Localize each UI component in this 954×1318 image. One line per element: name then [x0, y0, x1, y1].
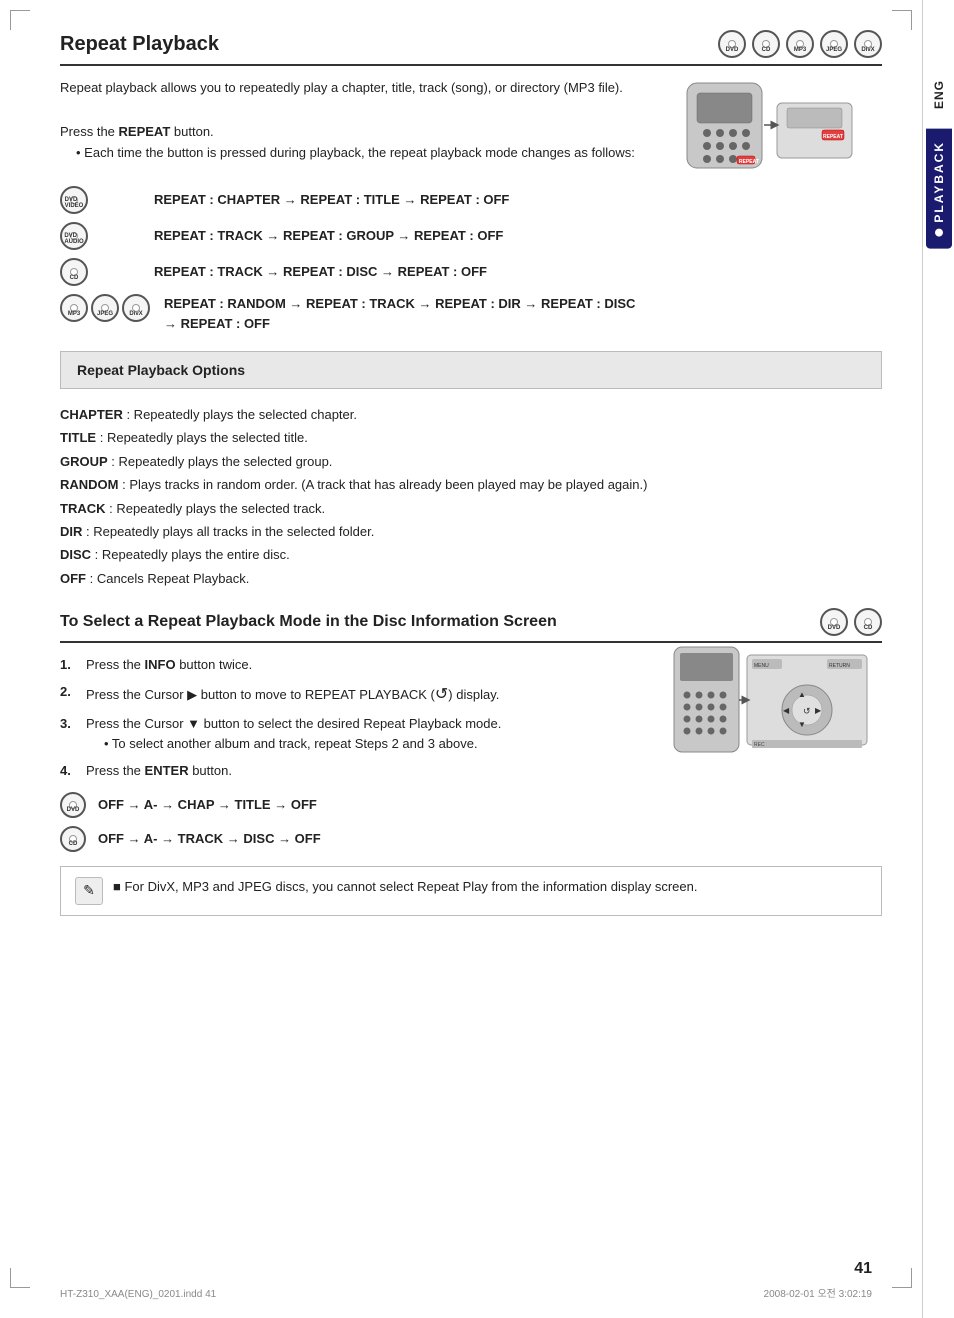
jpeg-icon: JPEG: [820, 30, 848, 58]
options-list: CHAPTER : Repeatedly plays the selected …: [60, 403, 882, 590]
playback-dot: [935, 229, 943, 237]
dvd-audio-disc-icon: DVDAUDIO: [60, 222, 88, 250]
svg-text:◀: ◀: [783, 706, 790, 715]
step-4-num: 4.: [60, 761, 78, 782]
svg-text:REPEAT: REPEAT: [823, 134, 843, 140]
option-group: GROUP : Repeatedly plays the selected gr…: [60, 450, 882, 473]
section2-cd-icon: CD: [854, 608, 882, 636]
step-4: 4. Press the ENTER button.: [60, 761, 652, 782]
repeat-flow-section: DVDVIDEO REPEAT : CHAPTER → REPEAT : TIT…: [60, 186, 882, 333]
option-chapter: CHAPTER : Repeatedly plays the selected …: [60, 403, 882, 426]
note-bullet: ■: [113, 879, 121, 894]
options-box: Repeat Playback Options: [60, 351, 882, 389]
step-3-body: Press the Cursor ▼ button to select the …: [86, 714, 652, 756]
svg-text:MENU: MENU: [754, 663, 769, 669]
option-dir: DIR : Repeatedly plays all tracks in the…: [60, 520, 882, 543]
divx-icon: DivX: [854, 30, 882, 58]
section2-disc-icons: DVD CD: [820, 608, 882, 636]
step-3: 3. Press the Cursor ▼ button to select t…: [60, 714, 652, 756]
option-random: RANDOM : Plays tracks in random order. (…: [60, 473, 882, 496]
mp3-jpeg-divx-icon-set: MP3 JPEG DivX: [60, 294, 150, 322]
dvd-video-icon-set: DVDVIDEO: [60, 186, 140, 214]
cd-icon-set: CD: [60, 258, 140, 286]
section1-title: Repeat Playback: [60, 33, 219, 56]
flow-section-2: DVD OFF → A- → CHAP → TITLE → OFF CD OFF…: [60, 792, 882, 852]
step-2-num: 2.: [60, 682, 78, 708]
svg-text:▶: ▶: [815, 706, 822, 715]
screen-remote-area: MENU RETURN ↺ ▲ ▼ ◀ ▶ REC: [672, 645, 882, 763]
repeat-row-dvd-video: DVDVIDEO REPEAT : CHAPTER → REPEAT : TIT…: [60, 186, 882, 214]
repeat-row-cd: CD REPEAT : TRACK → REPEAT : DISC → REPE…: [60, 258, 882, 286]
footer-date: 2008-02-01 오전 3:02:19: [764, 1285, 872, 1300]
jpeg-disc-icon: JPEG: [91, 294, 119, 322]
step-3-sub: • To select another album and track, rep…: [86, 734, 652, 755]
step-1-num: 1.: [60, 655, 78, 676]
step-2-body: Press the Cursor ▶ button to move to REP…: [86, 682, 652, 708]
dvd-icon: DVD: [718, 30, 746, 58]
option-off: OFF : Cancels Repeat Playback.: [60, 567, 882, 590]
svg-text:↺: ↺: [803, 706, 811, 716]
section1-heading: Repeat Playback DVD CD MP3 JPEG DivX: [60, 30, 882, 66]
svg-text:▼: ▼: [798, 720, 806, 729]
flow-row-cd: CD OFF → A- → TRACK → DISC → OFF: [60, 826, 882, 852]
dvd-audio-icon-set: DVDAUDIO: [60, 222, 140, 250]
svg-text:REPEAT: REPEAT: [739, 159, 759, 165]
page-footer: 41: [854, 1260, 872, 1278]
repeat-row-dvd-audio: DVDAUDIO REPEAT : TRACK → REPEAT : GROUP…: [60, 222, 882, 250]
dvd-video-disc-icon: DVDVIDEO: [60, 186, 88, 214]
svg-text:REC: REC: [754, 742, 765, 748]
repeat-flow-mp3-text: REPEAT : RANDOM → REPEAT : TRACK → REPEA…: [164, 294, 882, 333]
eng-label: ENG: [932, 80, 946, 109]
right-sidebar: ENG PLAYBACK: [922, 0, 954, 1318]
note-text: For DivX, MP3 and JPEG discs, you cannot…: [124, 879, 697, 894]
page-number: 41: [854, 1260, 872, 1278]
repeat-flow-dvd-video-text: REPEAT : CHAPTER → REPEAT : TITLE → REPE…: [154, 190, 882, 210]
step-1: 1. Press the INFO button twice.: [60, 655, 652, 676]
section2-dvd-icon: DVD: [820, 608, 848, 636]
flow-dvd-text: OFF → A- → CHAP → TITLE → OFF: [98, 795, 882, 815]
remote-image-area: REPEAT REPEAT: [682, 78, 882, 176]
note-icon: ✎: [75, 877, 103, 905]
disc-icons-row: DVD CD MP3 JPEG DivX: [718, 30, 882, 58]
playback-tab: PLAYBACK: [926, 129, 952, 249]
footer-filename: HT-Z310_XAA(ENG)_0201.indd 41: [60, 1289, 216, 1300]
options-box-label: Repeat Playback Options: [77, 362, 245, 378]
repeat-row-mp3-jpeg-divx: MP3 JPEG DivX REPEAT : RANDOM → REPEAT :…: [60, 294, 882, 333]
step-4-body: Press the ENTER button.: [86, 761, 652, 782]
divx-disc-icon2: DivX: [122, 294, 150, 322]
section2-heading: To Select a Repeat Playback Mode in the …: [60, 608, 882, 643]
repeat-flow-cd-text: REPEAT : TRACK → REPEAT : DISC → REPEAT …: [154, 262, 882, 282]
section2-title: To Select a Repeat Playback Mode in the …: [60, 613, 557, 631]
playback-label: PLAYBACK: [932, 141, 946, 223]
note-box: ✎ ■ For DivX, MP3 and JPEG discs, you ca…: [60, 866, 882, 916]
page: Repeat Playback DVD CD MP3 JPEG DivX: [0, 0, 954, 1318]
cd-icon: CD: [752, 30, 780, 58]
step-3-num: 3.: [60, 714, 78, 756]
step-2: 2. Press the Cursor ▶ button to move to …: [60, 682, 652, 708]
repeat-flow-dvd-audio-text: REPEAT : TRACK → REPEAT : GROUP → REPEAT…: [154, 226, 882, 246]
flow-dvd-icon: DVD: [60, 792, 86, 818]
flow-cd-icon: CD: [60, 826, 86, 852]
flow-row-dvd: DVD OFF → A- → CHAP → TITLE → OFF: [60, 792, 882, 818]
main-content: Repeat Playback DVD CD MP3 JPEG DivX: [0, 0, 922, 1318]
svg-text:RETURN: RETURN: [829, 663, 850, 669]
option-title: TITLE : Repeatedly plays the selected ti…: [60, 426, 882, 449]
mp3-disc-icon: MP3: [60, 294, 88, 322]
note-content: ■ For DivX, MP3 and JPEG discs, you cann…: [113, 877, 697, 898]
option-disc: DISC : Repeatedly plays the entire disc.: [60, 543, 882, 566]
flow-cd-text: OFF → A- → TRACK → DISC → OFF: [98, 829, 882, 849]
option-track: TRACK : Repeatedly plays the selected tr…: [60, 497, 882, 520]
step-1-body: Press the INFO button twice.: [86, 655, 652, 676]
cd-disc-icon: CD: [60, 258, 88, 286]
repeat-button-label: REPEAT: [119, 124, 171, 139]
mp3-icon: MP3: [786, 30, 814, 58]
svg-text:▲: ▲: [798, 690, 806, 699]
